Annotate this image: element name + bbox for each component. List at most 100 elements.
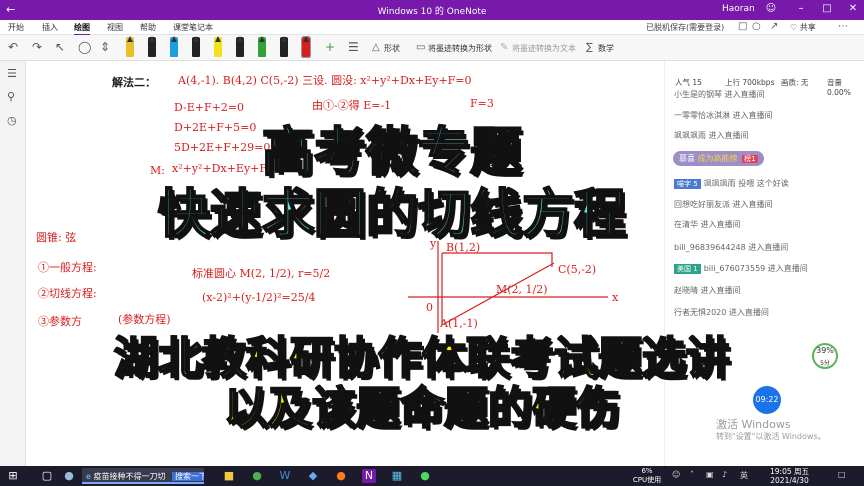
quality: 画质: 无 <box>781 78 809 87</box>
onenote-window: ← Windows 10 的 OneNote Haoran ☺ – □ ✕ 开始… <box>0 0 864 486</box>
close-icon[interactable]: ✕ <box>846 3 860 14</box>
point-m: M(2, 1/2) <box>496 283 548 296</box>
note-center: 标准圆心 M(2, 1/2), r=5/2 <box>192 267 331 280</box>
tab-class-notebook[interactable]: 课堂笔记本 <box>173 22 213 33</box>
edge-icon: e <box>86 472 91 481</box>
pen-black-2[interactable] <box>192 37 200 57</box>
add-pen-icon[interactable]: + <box>325 40 335 54</box>
tray-ime[interactable]: 英 <box>740 470 748 481</box>
undo-icon[interactable]: ↶ <box>8 40 18 54</box>
overlay-title-4: 以及该题命题的硬伤 <box>223 382 621 435</box>
lightbulb-icon[interactable]: ○ <box>752 21 761 32</box>
note-std: (x-2)²+(y-1/2)²=25/4 <box>202 291 316 304</box>
windows-taskbar: ⊞ ▢ ● e 疫苗接种不得一刀切 搜索一下 ■ ● W ◆ ● N ▦ ● 6… <box>0 466 864 486</box>
cpu-label: CPU使用 <box>632 476 662 484</box>
ink-shape-icon[interactable]: ▭ <box>416 42 425 53</box>
point-c: C(5,-2) <box>558 263 597 276</box>
file-explorer-icon[interactable]: ■ <box>222 469 236 483</box>
ribbon-tabs: 开始 插入 绘图 视图 帮助 课堂笔记本 已脱机保存(需要登录) □ ○ ↗ ♡… <box>0 20 864 36</box>
shape-button[interactable]: 形状 <box>384 43 400 54</box>
pen-black[interactable] <box>148 37 156 57</box>
method-label: 解法二： <box>112 76 156 89</box>
shape-icon[interactable]: △ <box>372 42 380 53</box>
tray-people-icon[interactable]: ☺ <box>672 470 680 479</box>
notifications-icon[interactable]: □ <box>838 470 846 479</box>
minimize-icon[interactable]: – <box>794 3 808 14</box>
pen-green[interactable] <box>258 37 266 57</box>
task-view-icon[interactable]: ▢ <box>40 469 54 483</box>
tray-volume-icon[interactable]: ♪ <box>722 470 727 479</box>
ink-to-shape-button[interactable]: 将墨迹转换为形状 <box>428 43 492 54</box>
chat-line-0: 小生是的钢琴 进入直播间 <box>674 90 765 99</box>
pen-blue[interactable] <box>170 37 178 57</box>
maximize-icon[interactable]: □ <box>820 3 834 14</box>
math-button[interactable]: 数学 <box>598 43 614 54</box>
app-icon-blue[interactable]: ◆ <box>306 469 320 483</box>
highlighter-yellow[interactable] <box>214 37 222 57</box>
tab-view[interactable]: 视图 <box>107 22 123 33</box>
cpu-pct: 6% <box>641 467 653 475</box>
tab-help[interactable]: 帮助 <box>140 22 156 33</box>
share-button[interactable]: ♡ 共享 <box>790 22 816 33</box>
tab-draw[interactable]: 绘图 <box>74 22 90 36</box>
clock-date: 2021/4/30 <box>770 476 809 485</box>
note-s1: ①一般方程: <box>38 261 97 274</box>
chat-header: 人气 15 上行 700kbps 画质: 无 音量 0.00% <box>665 61 864 97</box>
chat-line-7: 美国 1 bili_676073559 进入直播间 <box>674 263 808 274</box>
app-icon-grid[interactable]: ▦ <box>390 469 404 483</box>
chat-line-8: 赵晓晴 进入直播间 <box>674 286 741 295</box>
fan-badge-2: 美国 1 <box>674 264 701 274</box>
note-s2: ②切线方程: <box>38 287 97 300</box>
popularity: 人气 15 <box>675 78 702 87</box>
notification-icon[interactable]: □ <box>738 21 747 32</box>
ruler-icon[interactable]: ☰ <box>348 40 359 54</box>
app-icon-green[interactable]: ● <box>250 469 264 483</box>
pen-yellow[interactable] <box>126 37 134 57</box>
search-icon[interactable]: ⚲ <box>7 90 15 103</box>
browser-tab-title: 疫苗接种不得一刀切 <box>93 472 166 481</box>
volume: 音量 0.00% <box>827 78 851 97</box>
widgets-icon[interactable]: ● <box>62 469 76 483</box>
share-label: 共享 <box>799 23 816 32</box>
search-button[interactable]: 搜索一下 <box>172 472 204 481</box>
tab-insert[interactable]: 插入 <box>42 22 58 33</box>
note-line1: A(4,-1). B(4,2) C(5,-2) 三设. 圆没: x²+y²+Dx… <box>178 74 472 87</box>
tray-chevron-icon[interactable]: ˄ <box>690 470 694 479</box>
note-step2: F=3 <box>470 97 494 110</box>
draw-toolbar: ↶ ↷ ↖ ◯ ⇕ + ☰ △ 形状 ▭ 将墨迹转换为形状 ✎ 将墨迹转换为文本… <box>0 35 864 61</box>
lasso-icon[interactable]: ◯ <box>78 40 91 54</box>
firefox-icon[interactable]: ● <box>334 469 348 483</box>
pen-red-selected[interactable] <box>301 36 311 58</box>
start-icon[interactable]: ⊞ <box>6 469 20 483</box>
user-name[interactable]: Haoran <box>722 4 755 14</box>
axis-x-label: x <box>612 291 619 304</box>
add-space-icon[interactable]: ⇕ <box>100 40 110 54</box>
upload-rate: 上行 700kbps <box>725 78 775 87</box>
notebooks-icon[interactable]: ☰ <box>7 67 17 80</box>
wechat-icon[interactable]: ● <box>418 469 432 483</box>
chat-line-9: 行者无惧2020 进入直播间 <box>674 308 769 317</box>
clock[interactable]: 19:05 周五 2021/4/30 <box>770 467 809 485</box>
more-icon[interactable]: ⋯ <box>838 21 848 32</box>
clock-time: 19:05 周五 <box>770 467 809 476</box>
title-bar: ← Windows 10 的 OneNote Haoran ☺ – □ ✕ <box>0 0 864 20</box>
pen-black-4[interactable] <box>280 37 288 57</box>
account-icon[interactable]: ☺ <box>764 3 778 14</box>
overlay-title-2: 快速求圆的切线方程 <box>157 184 627 246</box>
sync-status[interactable]: 已脱机保存(需要登录) <box>646 22 724 33</box>
ink-text-icon: ✎ <box>500 42 509 53</box>
chat-line-7-text: bili_676073559 进入直播间 <box>703 264 808 273</box>
redo-icon[interactable]: ↷ <box>32 40 42 54</box>
browser-taskbar-item[interactable]: e 疫苗接种不得一刀切 搜索一下 <box>82 468 204 484</box>
tray-network-icon[interactable]: ▣ <box>706 470 714 479</box>
cpu-usage[interactable]: 6% CPU使用 <box>630 467 664 485</box>
app-icon-w[interactable]: W <box>278 469 292 483</box>
math-icon[interactable]: ∑ <box>586 42 593 53</box>
tab-home[interactable]: 开始 <box>8 22 24 33</box>
onenote-icon[interactable]: N <box>362 469 376 483</box>
expand-icon[interactable]: ↗ <box>770 21 778 32</box>
select-icon[interactable]: ↖ <box>55 40 65 54</box>
ink-to-text-button: 将墨迹转换为文本 <box>512 44 576 53</box>
origin-label: 0 <box>426 301 433 314</box>
pen-black-3[interactable] <box>236 37 244 57</box>
